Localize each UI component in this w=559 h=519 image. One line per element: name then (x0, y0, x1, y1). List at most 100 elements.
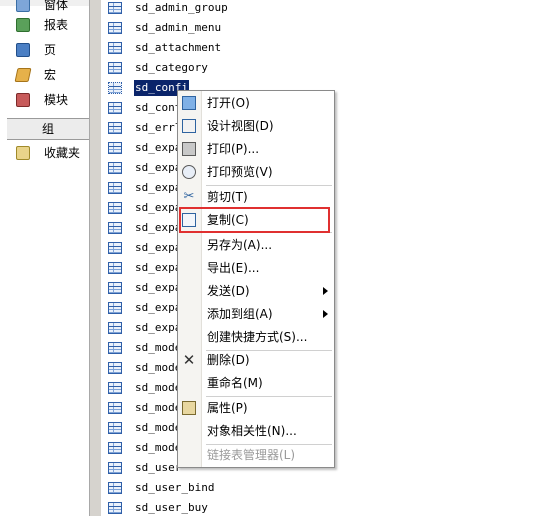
menu-item-open[interactable]: 打开(O) (178, 92, 334, 114)
menu-item-export[interactable]: 导出(E)... (178, 257, 334, 279)
table-icon (108, 502, 122, 514)
table-icon (108, 22, 122, 34)
nav-item-modules[interactable]: 模块 (0, 87, 89, 112)
table-row[interactable]: sd_admin_menu (101, 19, 559, 39)
table-name: sd_expa (135, 261, 182, 274)
nav-item-favorites[interactable]: 收藏夹 (0, 140, 89, 165)
table-icon (108, 2, 122, 14)
menu-item-delete[interactable]: ✕ 删除(D) (178, 349, 334, 371)
menu-item-copy[interactable]: 复制(C) (178, 209, 334, 231)
nav-item-label: 宏 (44, 68, 57, 82)
table-name: sd_errl (135, 121, 182, 134)
menu-item-label: 另存为(A)... (207, 238, 273, 252)
context-menu: 打开(O) 设计视图(D) 打印(P)... 打印预览(V) ✂ 剪切(T) 复… (177, 90, 335, 468)
table-icon (108, 62, 122, 74)
menu-item-object-dependencies[interactable]: 对象相关性(N)... (178, 420, 334, 442)
menu-separator (206, 232, 332, 233)
menu-item-label: 属性(P) (207, 401, 248, 415)
menu-item-label: 删除(D) (207, 353, 250, 367)
table-name: sd_expa (135, 141, 182, 154)
table-icon (108, 302, 122, 314)
table-icon (108, 42, 122, 54)
open-icon (182, 96, 196, 110)
menu-item-label: 打印预览(V) (207, 165, 273, 179)
table-name: sd_expa (135, 281, 182, 294)
menu-item-properties[interactable]: 属性(P) (178, 397, 334, 419)
table-name: sd_mode (135, 361, 182, 374)
menu-item-rename[interactable]: 重命名(M) (178, 372, 334, 394)
object-navigation-pane: 窗体 报表 页 宏 模块 组 收藏夹 (0, 0, 89, 516)
table-icon (108, 362, 122, 374)
table-name: sd_attachment (135, 41, 222, 54)
table-name: sd_expa (135, 221, 182, 234)
delete-icon: ✕ (182, 351, 196, 369)
table-name: sd_mode (135, 421, 182, 434)
nav-item-pages[interactable]: 页 (0, 37, 89, 62)
table-name: sd_admin_menu (135, 21, 222, 34)
table-icon (108, 82, 122, 94)
menu-item-label: 发送(D) (207, 284, 250, 298)
table-icon (108, 482, 122, 494)
table-icon (108, 142, 122, 154)
favorites-folder-icon (16, 145, 30, 160)
menu-item-print[interactable]: 打印(P)... (178, 138, 334, 160)
table-row[interactable]: sd_user_bind (101, 479, 559, 499)
pane-splitter[interactable] (89, 0, 101, 516)
menu-item-create-shortcut[interactable]: 创建快捷方式(S)... (178, 326, 334, 348)
menu-item-send[interactable]: 发送(D) (178, 280, 334, 302)
module-icon (16, 92, 30, 107)
cut-icon: ✂ (183, 189, 195, 204)
menu-item-label: 对象相关性(N)... (207, 424, 297, 438)
menu-item-label: 剪切(T) (207, 190, 248, 204)
groups-header[interactable]: 组 (7, 118, 89, 140)
table-name: sd_user (135, 461, 182, 474)
print-icon (182, 142, 196, 156)
table-icon (108, 162, 122, 174)
table-icon (108, 322, 122, 334)
nav-item-macros[interactable]: 宏 (0, 62, 89, 87)
table-name: sd_expa (135, 241, 182, 254)
menu-item-label: 添加到组(A) (207, 307, 273, 321)
nav-item-reports[interactable]: 报表 (0, 12, 89, 37)
table-name: sd_admin_group (135, 1, 228, 14)
table-row[interactable]: sd_attachment (101, 39, 559, 59)
submenu-arrow-icon (323, 287, 328, 295)
submenu-arrow-icon (323, 310, 328, 318)
table-row[interactable]: sd_admin_group (101, 0, 559, 19)
table-icon (108, 442, 122, 454)
table-name: sd_mode (135, 381, 182, 394)
nav-item-label: 模块 (44, 93, 69, 107)
menu-item-design-view[interactable]: 设计视图(D) (178, 115, 334, 137)
menu-item-label: 导出(E)... (207, 261, 260, 275)
table-name: sd_user_bind (135, 481, 215, 494)
menu-item-add-to-group[interactable]: 添加到组(A) (178, 303, 334, 325)
table-icon (108, 202, 122, 214)
table-icon (108, 222, 122, 234)
table-icon (108, 402, 122, 414)
menu-item-save-as[interactable]: 另存为(A)... (178, 234, 334, 256)
menu-item-label: 设计视图(D) (207, 119, 274, 133)
table-name: sd_expa (135, 321, 182, 334)
forms-icon (16, 0, 30, 12)
table-row[interactable]: sd_user_buy (101, 499, 559, 519)
table-name: sd_mode (135, 341, 182, 354)
table-icon (108, 242, 122, 254)
menu-item-label: 打印(P)... (207, 142, 260, 156)
table-icon (108, 182, 122, 194)
table-row[interactable]: sd_category (101, 59, 559, 79)
macro-icon (14, 67, 32, 82)
table-name: sd_category (135, 61, 208, 74)
table-name: sd_cont (135, 101, 182, 114)
table-icon (108, 282, 122, 294)
menu-item-linked-table-manager[interactable]: 链接表管理器(L) (178, 444, 334, 466)
table-icon (108, 342, 122, 354)
menu-item-print-preview[interactable]: 打印预览(V) (178, 161, 334, 183)
table-name: sd_mode (135, 441, 182, 454)
table-name: sd_user_buy (135, 501, 208, 514)
nav-item-label: 报表 (44, 18, 69, 32)
print-preview-icon (182, 165, 196, 179)
table-name: sd_expa (135, 201, 182, 214)
table-icon (108, 382, 122, 394)
menu-item-label: 链接表管理器(L) (207, 448, 296, 462)
menu-item-cut[interactable]: ✂ 剪切(T) (178, 186, 334, 208)
